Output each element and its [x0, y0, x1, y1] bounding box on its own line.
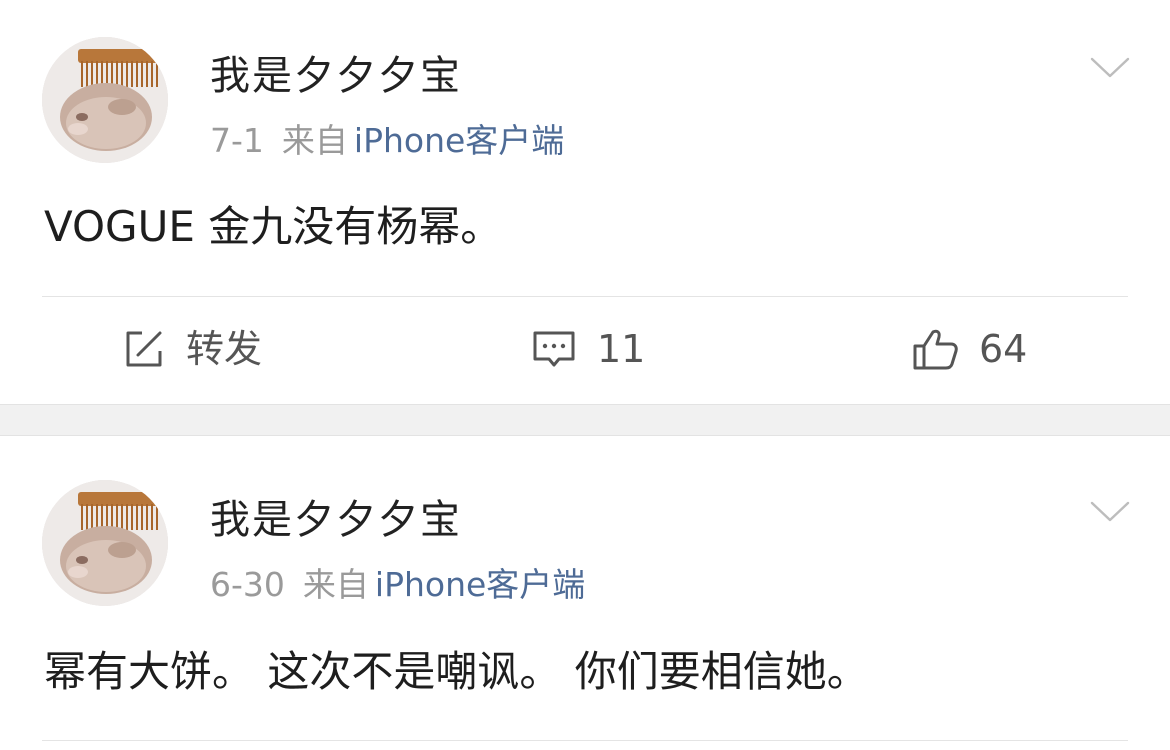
comment-icon	[533, 331, 575, 367]
post-meta: 7-1 来自 iPhone客户端	[210, 121, 564, 161]
source-link[interactable]: iPhone客户端	[375, 565, 585, 604]
avatar[interactable]	[42, 480, 168, 606]
source-prefix: 来自	[281, 121, 348, 160]
user-name[interactable]: 我是夕夕夕宝	[210, 52, 462, 100]
like-button[interactable]: 64	[911, 323, 1027, 375]
post-text: VOGUE 金九没有杨幂。	[44, 202, 503, 251]
chevron-down-icon[interactable]	[1090, 56, 1130, 80]
post-card: 我是夕夕夕宝 6-30 来自 iPhone客户端 幂有大饼。 这次不是嘲讽。 你们要…	[0, 436, 1170, 750]
avatar[interactable]	[42, 37, 168, 163]
action-bar: 转发 11 64	[0, 297, 1170, 403]
post-separator	[0, 404, 1170, 436]
hamster-avatar-image	[42, 37, 168, 163]
post-date: 7-1	[210, 121, 264, 160]
weibo-feed: 我是夕夕夕宝 7-1来自iPhone客户端 VOGUE 金九没有杨幂。 转发	[0, 0, 1170, 750]
like-count: 64	[979, 327, 1028, 371]
comment-count: 11	[597, 327, 646, 371]
repost-button[interactable]: 转发	[122, 323, 262, 375]
repost-label: 转发	[186, 327, 263, 371]
post-date: 6-30	[210, 565, 285, 604]
hamster-avatar-image	[42, 480, 168, 606]
user-name[interactable]: 我是夕夕夕宝	[210, 496, 462, 544]
source-prefix: 来自	[302, 565, 369, 604]
compose-icon	[126, 331, 162, 367]
source-link[interactable]: iPhone客户端	[354, 121, 564, 160]
divider	[42, 740, 1128, 741]
chevron-down-icon[interactable]	[1090, 500, 1130, 524]
post-meta: 6-30 来自 iPhone客户端	[210, 565, 585, 605]
comment-button[interactable]: 11	[531, 323, 645, 375]
post-text: 幂有大饼。 这次不是嘲讽。 你们要相信她。	[44, 647, 869, 696]
thumbs-up-icon	[913, 329, 958, 370]
post-card: 我是夕夕夕宝 7-1 来自iPhone客户端 VOGUE 金九没有杨幂。 转发	[0, 0, 1170, 404]
